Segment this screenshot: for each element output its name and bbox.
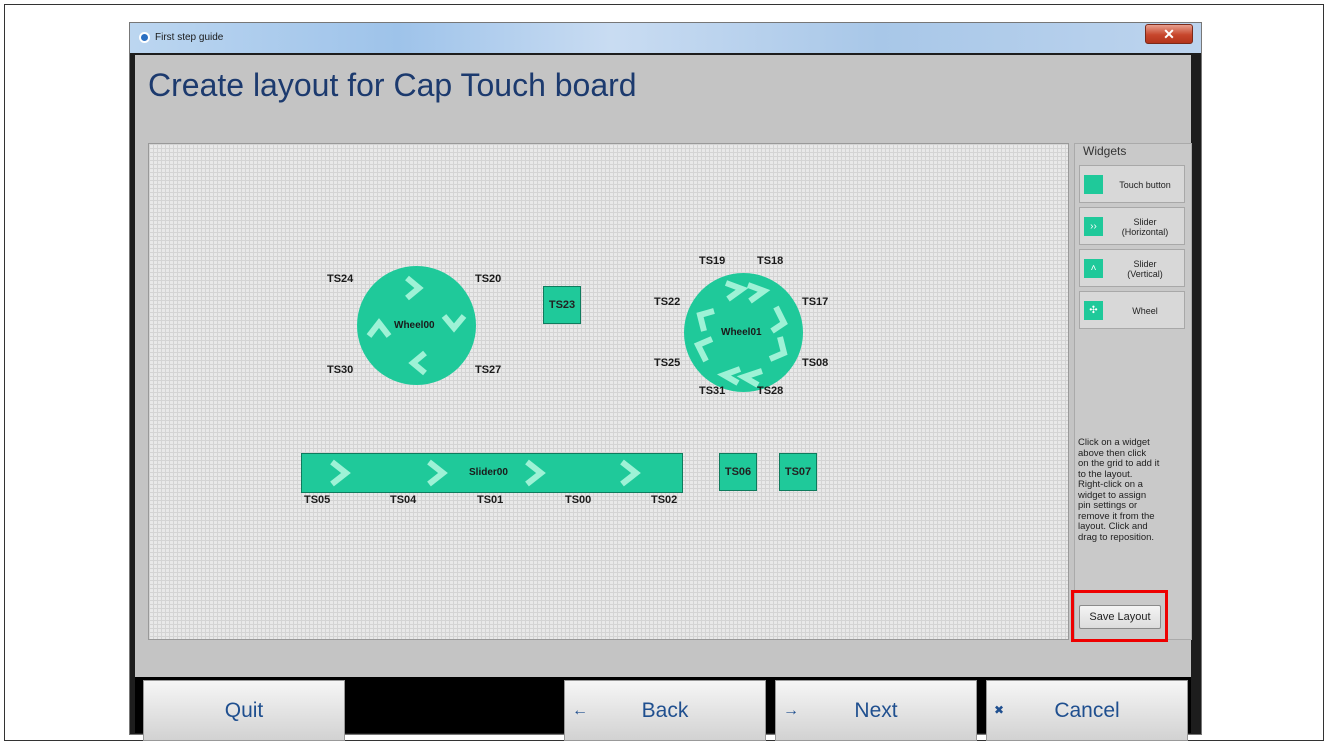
app-icon — [139, 32, 150, 43]
save-layout-button[interactable]: Save Layout — [1079, 605, 1161, 629]
sensor-label: TS20 — [475, 273, 502, 285]
widget-slider-vertical[interactable]: ˄ Slider (Vertical) — [1079, 249, 1185, 287]
widget-label: Touch button — [1119, 180, 1171, 190]
slider00[interactable]: Slider00 — [301, 453, 683, 493]
touch-button-ts06[interactable]: TS06 — [719, 453, 757, 491]
sensor-label: TS22 — [654, 296, 681, 308]
widgets-panel-title: Widgets — [1081, 144, 1129, 158]
horizontal-slider-icon: ›› — [1084, 217, 1103, 236]
sensor-label: TS19 — [699, 255, 726, 267]
touch-button-icon — [1084, 175, 1103, 194]
sensor-label: TS27 — [475, 364, 502, 376]
layout-grid[interactable]: Wheel00 TS24 TS20 TS30 TS27 TS23 Wheel01… — [148, 143, 1069, 640]
layout-area: Wheel00 TS24 TS20 TS30 TS27 TS23 Wheel01… — [135, 137, 1192, 677]
sensor-label: TS18 — [757, 255, 784, 267]
instructions-text: Click on a widget above then click on th… — [1078, 437, 1160, 543]
cancel-label: Cancel — [1054, 699, 1120, 722]
cancel-button[interactable]: ✖ Cancel — [986, 680, 1188, 741]
back-label: Back — [641, 699, 689, 722]
widget-label: Wheel — [1132, 306, 1158, 316]
vertical-slider-icon: ˄ — [1084, 259, 1103, 278]
widget-label: Slider (Vertical) — [1127, 259, 1163, 279]
next-button[interactable]: → Next — [775, 680, 977, 741]
next-label: Next — [854, 699, 898, 722]
sensor-label: TS24 — [327, 273, 354, 285]
sensor-label: TS05 — [304, 494, 331, 506]
title-bar: First step guide ✕ — [130, 23, 1201, 53]
close-icon: ✕ — [1163, 26, 1175, 42]
page-title: Create layout for Cap Touch board — [148, 67, 637, 103]
close-button[interactable]: ✕ — [1145, 24, 1193, 44]
wheel01-label: Wheel01 — [721, 327, 762, 338]
quit-label: Quit — [224, 699, 264, 722]
sensor-label: TS28 — [757, 385, 784, 397]
wheel-icon: ✣ — [1084, 301, 1103, 320]
sensor-label: TS30 — [327, 364, 354, 376]
sensor-label: TS08 — [802, 357, 829, 369]
sensor-label: TS25 — [654, 357, 681, 369]
slider00-label: Slider00 — [469, 467, 508, 478]
widget-label: Slider (Horizontal) — [1121, 217, 1169, 237]
widget-slider-horizontal[interactable]: ›› Slider (Horizontal) — [1079, 207, 1185, 245]
touch-button-ts23[interactable]: TS23 — [543, 286, 581, 324]
widget-touch-button[interactable]: Touch button — [1079, 165, 1185, 203]
sensor-label: TS01 — [477, 494, 504, 506]
navigation-bar: Quit ← Back → Next ✖ Cancel — [135, 677, 1191, 741]
window-title: First step guide — [155, 32, 224, 43]
sensor-label: TS02 — [651, 494, 678, 506]
back-button[interactable]: ← Back — [564, 680, 766, 741]
sensor-label: TS00 — [565, 494, 592, 506]
quit-button[interactable]: Quit — [143, 680, 345, 741]
first-step-guide-window: First step guide ✕ Create layout for Cap… — [129, 22, 1202, 741]
sensor-label: TS17 — [802, 296, 829, 308]
widgets-panel: Widgets Touch button ›› Slider (Horizont… — [1071, 143, 1192, 642]
page-header: Create layout for Cap Touch board — [135, 55, 1191, 137]
sensor-label: TS04 — [390, 494, 417, 506]
sensor-label: TS31 — [699, 385, 726, 397]
wheel00-label: Wheel00 — [394, 320, 435, 331]
widget-wheel[interactable]: ✣ Wheel — [1079, 291, 1185, 329]
touch-button-ts07[interactable]: TS07 — [779, 453, 817, 491]
